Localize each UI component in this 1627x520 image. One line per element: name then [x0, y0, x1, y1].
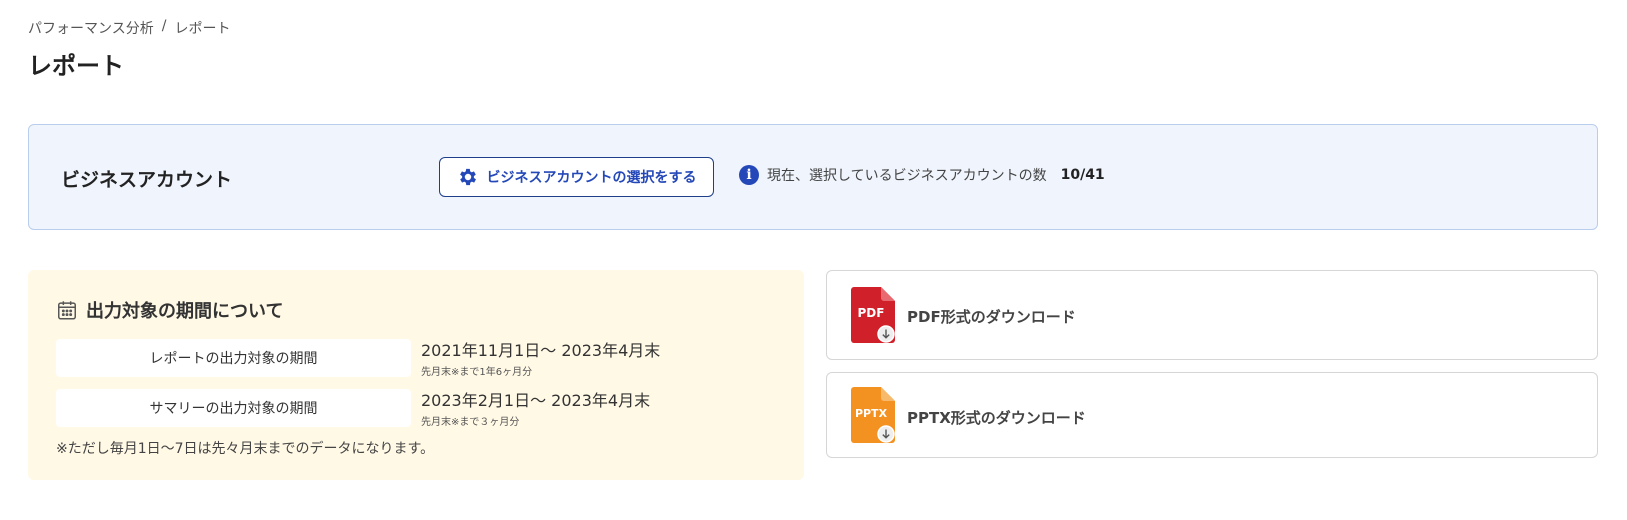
period-row-summary: サマリーの出力対象の期間 2023年2月1日〜 2023年4月末 先月末※まで３… [56, 387, 650, 428]
output-period-panel: 出力対象の期間について レポートの出力対象の期間 2021年11月1日〜 202… [28, 270, 804, 480]
pptx-download-label: PPTX形式のダウンロード [907, 409, 1086, 427]
pdf-download-label: PDF形式のダウンロード [907, 308, 1076, 326]
pdf-download-card[interactable]: PDF PDF形式のダウンロード [826, 270, 1598, 360]
period-row-subtext: 先月末※まで1年6ヶ月分 [421, 367, 533, 378]
period-row-value: 2023年2月1日〜 2023年4月末 先月末※まで３ヶ月分 [421, 387, 650, 428]
period-row-value: 2021年11月1日〜 2023年4月末 先月末※まで1年6ヶ月分 [421, 337, 660, 378]
account-count-text: 現在、選択しているビジネスアカウントの数 [767, 168, 1047, 184]
period-row-range: 2021年11月1日〜 2023年4月末 [421, 341, 661, 360]
period-heading: 出力対象の期間について [56, 297, 283, 323]
period-row-report: レポートの出力対象の期間 2021年11月1日〜 2023年4月末 先月末※まで… [56, 337, 660, 378]
pdf-file-icon: PDF [851, 287, 895, 343]
account-count-info: i 現在、選択しているビジネスアカウントの数 10/41 [739, 165, 1105, 185]
info-icon: i [739, 165, 759, 185]
select-business-account-label: ビジネスアカウントの選択をする [486, 170, 697, 186]
period-note: ※ただし毎月1日〜7日は先々月末までのデータになります。 [56, 441, 435, 457]
business-account-panel: ビジネスアカウント ビジネスアカウントの選択をする i 現在、選択しているビジネ… [28, 124, 1598, 230]
business-account-label: ビジネスアカウント [61, 169, 233, 191]
period-heading-text: 出力対象の期間について [86, 301, 284, 322]
breadcrumb-separator: / [161, 18, 167, 34]
select-business-account-button[interactable]: ビジネスアカウントの選択をする [439, 157, 714, 197]
period-row-range: 2023年2月1日〜 2023年4月末 [421, 391, 651, 410]
pptx-badge-text: PPTX [855, 407, 888, 420]
page-title: レポート [28, 52, 124, 80]
pptx-download-card[interactable]: PPTX PPTX形式のダウンロード [826, 372, 1598, 458]
breadcrumb-current: レポート [174, 21, 231, 37]
breadcrumb: パフォーマンス分析 / レポート [28, 18, 230, 38]
breadcrumb-parent[interactable]: パフォーマンス分析 [28, 18, 154, 38]
period-row-label: サマリーの出力対象の期間 [56, 388, 411, 427]
calendar-icon [58, 301, 76, 320]
pptx-file-icon: PPTX [851, 387, 895, 443]
pdf-badge-text: PDF [858, 306, 885, 320]
gear-icon [459, 168, 476, 186]
period-row-label: レポートの出力対象の期間 [56, 338, 411, 377]
account-count-value: 10/41 [1060, 167, 1105, 183]
period-row-subtext: 先月末※まで３ヶ月分 [421, 417, 520, 428]
